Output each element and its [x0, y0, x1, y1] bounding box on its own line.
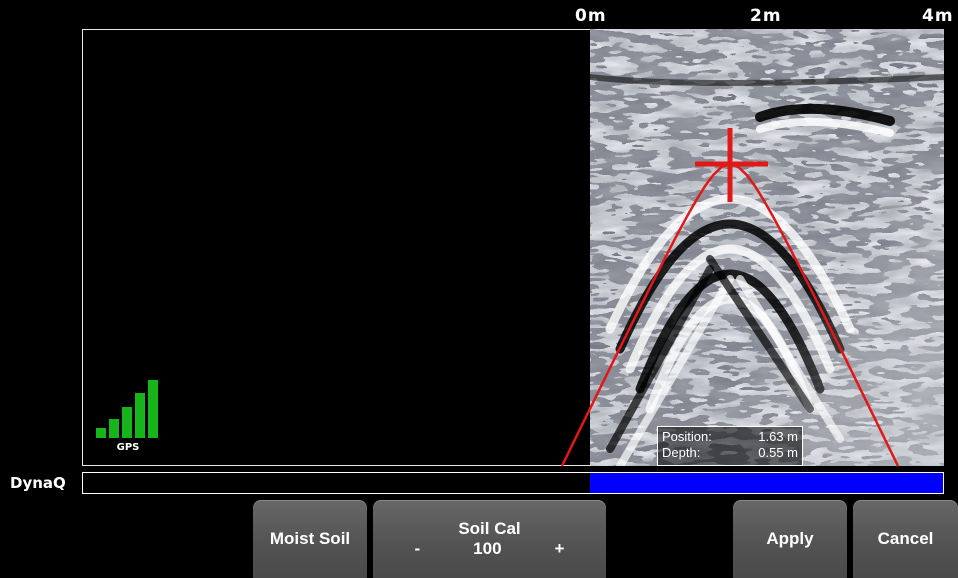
dynaq-label: DynaQ — [10, 474, 66, 492]
gps-signal-indicator: GPS — [94, 380, 164, 458]
moist-soil-button[interactable]: Moist Soil — [253, 500, 367, 578]
gps-signal-bar-1 — [96, 428, 106, 438]
position-value: 1.63 m — [758, 429, 798, 444]
soil-cal-title: Soil Cal — [458, 519, 521, 538]
gps-label: GPS — [116, 442, 140, 453]
apply-button[interactable]: Apply — [733, 500, 847, 578]
soil-cal-decrease-button[interactable]: - — [415, 539, 421, 559]
dynaq-progress-fill — [590, 473, 943, 493]
depth-label: Depth: — [662, 445, 701, 460]
radargram-image — [590, 29, 944, 466]
gps-signal-bar-5 — [148, 380, 158, 438]
gps-signal-bar-2 — [109, 419, 119, 438]
gps-signal-bar-3 — [122, 407, 132, 438]
soil-cal-button[interactable]: Soil Cal - 100 + — [373, 500, 606, 578]
scale-label-2m: 2m — [750, 6, 782, 26]
scale-label-4m: 4m — [922, 6, 954, 26]
depth-value: 0.55 m — [758, 445, 798, 460]
dynaq-progress-bar — [82, 472, 944, 494]
scale-label-0m: 0m — [575, 6, 607, 26]
cancel-button[interactable]: Cancel — [853, 500, 958, 578]
position-depth-readout: Position: 1.63 m Depth: 0.55 m — [657, 426, 803, 466]
gps-signal-bar-4 — [135, 393, 145, 438]
position-label: Position: — [662, 429, 712, 444]
soil-cal-increase-button[interactable]: + — [555, 539, 565, 559]
soil-cal-value: 100 — [473, 539, 502, 558]
